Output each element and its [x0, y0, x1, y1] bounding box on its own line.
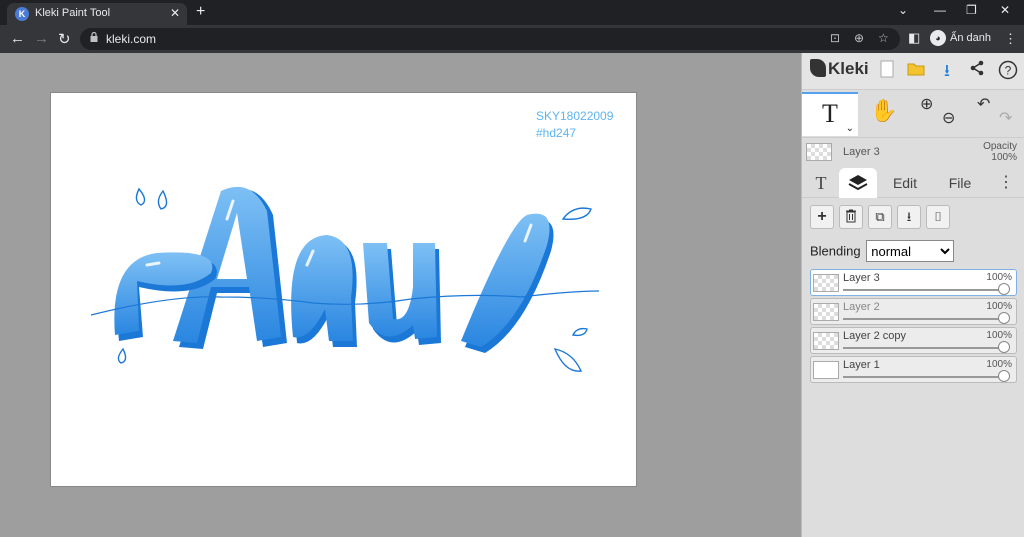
window-close-icon[interactable]: ✕: [1000, 3, 1010, 17]
url-text: kleki.com: [106, 32, 157, 46]
opacity-slider-handle[interactable]: [998, 312, 1010, 324]
translate-icon[interactable]: ⊡: [830, 31, 840, 45]
opacity-slider-track[interactable]: [843, 376, 1008, 378]
layer-opacity: 100%: [986, 272, 1012, 283]
side-panel-icon[interactable]: ◧: [908, 30, 920, 46]
layer-actions: + ⧉ ⭳ ⌷: [802, 205, 1024, 233]
canvas-artwork: SKY18022009 #hd247: [90, 109, 614, 372]
merge-icon[interactable]: ⭳: [897, 205, 921, 229]
layer-thumbnail: [813, 274, 839, 292]
panel-tabs: T Edit File ⋮: [802, 168, 1024, 198]
tab-text-tool-icon[interactable]: T: [808, 168, 834, 198]
opacity-slider-track[interactable]: [843, 318, 1008, 320]
current-layer-thumbnail: [806, 143, 832, 161]
back-icon[interactable]: ←: [10, 30, 25, 47]
panel-top-bar: Kleki ⭳ ?: [802, 53, 1024, 90]
workspace[interactable]: SKY18022009 #hd247: [0, 53, 801, 537]
current-layer-indicator: Layer 3 Opacity 100%: [802, 139, 1024, 165]
incognito-profile[interactable]: ◕ Ẩn danh: [930, 30, 991, 46]
tool-row: T ⌄ ✋ ⊕ ⊖ ↶ ↷: [802, 90, 1024, 138]
forward-icon[interactable]: →: [34, 30, 49, 47]
tab-file[interactable]: File: [942, 168, 978, 198]
tool-panel: Kleki ⭳ ? T ⌄ ✋ ⊕ ⊖ ↶ ↷ Layer 3 Opacity 10…: [801, 53, 1024, 537]
layer-name: Layer 2: [843, 301, 880, 313]
tab-edit[interactable]: Edit: [886, 168, 924, 198]
layers-icon[interactable]: [839, 168, 877, 198]
opacity-slider-handle[interactable]: [998, 341, 1010, 353]
opacity-slider-handle[interactable]: [998, 283, 1010, 295]
kleki-logo: Kleki: [810, 59, 869, 79]
more-options-icon[interactable]: ⋮: [998, 168, 1014, 198]
layer-item[interactable]: Layer 2 100%: [810, 298, 1017, 325]
restore-icon[interactable]: ❐: [966, 3, 977, 17]
chevron-down-icon[interactable]: ⌄: [846, 124, 854, 134]
layer-name: Layer 3: [843, 272, 880, 284]
text-tool-icon[interactable]: T ⌄: [802, 92, 858, 136]
rename-icon[interactable]: ⌷: [926, 205, 950, 229]
trash-icon[interactable]: [839, 205, 863, 229]
layer-thumbnail: [813, 361, 839, 379]
tab-close-icon[interactable]: ✕: [170, 6, 180, 20]
undo-icon[interactable]: ↶: [977, 94, 990, 114]
browser-tab-bar: K Kleki Paint Tool ✕ + ⌄ — ❐ ✕: [0, 0, 1024, 25]
opacity-readout: Opacity 100%: [983, 141, 1017, 163]
layer-item[interactable]: Layer 2 copy 100%: [810, 327, 1017, 354]
minimize-icon[interactable]: —: [934, 3, 946, 17]
new-image-icon[interactable]: [876, 60, 898, 82]
help-icon[interactable]: ?: [997, 60, 1019, 82]
incognito-icon: ◕: [930, 30, 946, 46]
download-icon[interactable]: ⭳: [936, 60, 958, 82]
zoom-out-icon[interactable]: ⊖: [942, 108, 955, 128]
blending-select[interactable]: normal: [866, 240, 955, 262]
layer-opacity: 100%: [986, 330, 1012, 341]
share-icon[interactable]: [966, 60, 988, 82]
opacity-slider-handle[interactable]: [998, 370, 1010, 382]
opacity-slider-track[interactable]: [843, 289, 1008, 291]
browser-tab[interactable]: K Kleki Paint Tool ✕: [7, 3, 187, 25]
blending-control: Blending normal: [810, 240, 955, 262]
hand-icon[interactable]: ✋: [870, 98, 897, 124]
current-layer-name: Layer 3: [843, 146, 880, 158]
zoom-in-icon[interactable]: ⊕: [920, 94, 933, 114]
folder-icon[interactable]: [905, 60, 927, 82]
zoom-icon[interactable]: ⊕: [854, 31, 864, 45]
kleki-icon: K: [15, 7, 29, 21]
drawing-canvas[interactable]: SKY18022009 #hd247: [51, 93, 636, 486]
lettering: [114, 186, 554, 353]
watermark-line-2: #hd247: [536, 126, 576, 140]
blending-label: Blending: [810, 243, 861, 259]
bookmark-star-icon[interactable]: ☆: [878, 31, 889, 45]
layer-thumbnail: [813, 332, 839, 350]
layer-name: Layer 1: [843, 359, 880, 371]
layer-opacity: 100%: [986, 359, 1012, 370]
layer-name: Layer 2 copy: [843, 330, 906, 342]
layer-item[interactable]: Layer 1 100%: [810, 356, 1017, 383]
opacity-slider-track[interactable]: [843, 347, 1008, 349]
plus-icon[interactable]: +: [810, 205, 834, 229]
layer-thumbnail: [813, 303, 839, 321]
layer-item[interactable]: Layer 3 100%: [810, 269, 1017, 296]
duplicate-icon[interactable]: ⧉: [868, 205, 892, 229]
browser-toolbar: ← → ↻ kleki.com ⊡ ⊕ ☆ ◧ ◕ Ẩn danh ⋮: [0, 25, 1024, 53]
redo-icon[interactable]: ↷: [999, 108, 1012, 128]
tab-title: Kleki Paint Tool: [35, 7, 111, 19]
svg-text:?: ?: [1005, 64, 1012, 78]
browser-menu-icon[interactable]: ⋮: [1004, 31, 1017, 47]
address-bar[interactable]: kleki.com ⊡ ⊕ ☆: [80, 28, 900, 50]
reload-icon[interactable]: ↻: [58, 30, 71, 48]
new-tab-icon[interactable]: +: [196, 3, 205, 21]
tab-search-icon[interactable]: ⌄: [898, 3, 908, 17]
layer-opacity: 100%: [986, 301, 1012, 312]
watermark-line-1: SKY18022009: [536, 109, 614, 123]
lock-icon: [90, 32, 98, 42]
profile-label: Ẩn danh: [950, 31, 991, 44]
